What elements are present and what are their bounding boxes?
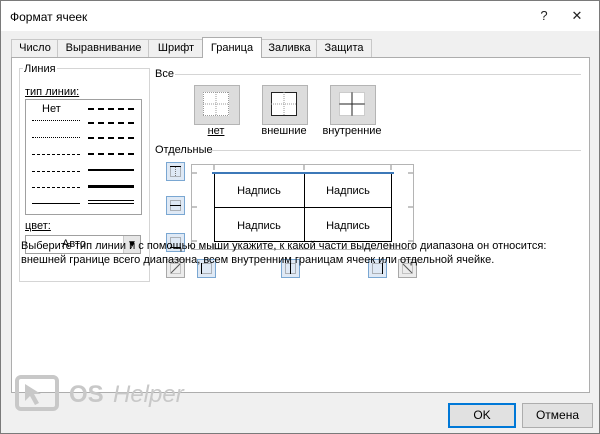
preview-cell-text: Надпись	[326, 220, 370, 232]
cancel-button[interactable]: Отмена	[522, 403, 593, 428]
individual-divider	[212, 150, 581, 151]
line-style-double[interactable]	[88, 200, 134, 204]
line-group-legend: Линия	[23, 63, 57, 75]
dialog-title: Формат ячеек	[10, 10, 88, 24]
border-tab-panel: Линия тип линии: Нет цвет: Авто ▼ Все не…	[11, 57, 590, 393]
border-none-icon	[203, 92, 229, 116]
presets-divider	[175, 74, 581, 75]
line-style-medium-dashed[interactable]	[88, 153, 134, 155]
line-style-medium[interactable]	[88, 169, 134, 171]
color-label: цвет:	[25, 220, 51, 232]
os-helper-watermark: OS Helper	[15, 375, 205, 417]
border-outline-icon	[271, 92, 297, 116]
line-style-none[interactable]: Нет	[42, 103, 61, 115]
preview-grid	[192, 165, 413, 249]
line-style-dash-dot[interactable]	[32, 171, 80, 172]
border-inside-horizontal-button[interactable]	[166, 196, 185, 215]
line-style-medium-dash-dot[interactable]	[88, 137, 134, 139]
preset-outline-button[interactable]	[262, 85, 308, 125]
line-style-medium-dash-dot-dot[interactable]	[88, 108, 134, 110]
preview-cell-text: Надпись	[237, 220, 281, 232]
line-style-thick[interactable]	[88, 185, 134, 188]
title-bar: Формат ячеек ? ✕	[1, 1, 599, 31]
watermark-text-os: OS	[69, 381, 104, 408]
tab-fill[interactable]: Заливка	[261, 39, 318, 57]
tab-border[interactable]: Граница	[202, 37, 262, 58]
border-inside-icon	[339, 92, 365, 116]
individual-header: Отдельные	[155, 144, 213, 156]
cursor-logo-icon	[15, 375, 59, 411]
border-top-button[interactable]	[166, 162, 185, 181]
preset-inside-button[interactable]	[330, 85, 376, 125]
border-inside-horizontal-icon	[170, 200, 181, 211]
preset-none-button[interactable]	[194, 85, 240, 125]
close-button[interactable]: ✕	[567, 7, 587, 25]
line-style-list[interactable]: Нет	[25, 99, 142, 215]
border-preview[interactable]: Надпись Надпись Надпись Надпись	[191, 164, 414, 250]
border-top-icon	[170, 166, 181, 177]
tab-number[interactable]: Число	[11, 39, 59, 57]
presets-header: Все	[155, 68, 174, 80]
help-button[interactable]: ?	[534, 7, 554, 25]
line-style-thin[interactable]	[32, 203, 80, 204]
line-style-hair[interactable]	[32, 120, 80, 121]
tab-protection[interactable]: Защита	[316, 39, 372, 57]
line-style-slant-dash-dot[interactable]	[88, 122, 134, 124]
line-style-dotted[interactable]	[32, 137, 80, 138]
line-type-label: тип линии:	[25, 86, 80, 98]
line-style-dashed[interactable]	[32, 187, 80, 188]
instructions-text: Выберите тип линии и с помощью мыши укаж…	[21, 240, 547, 266]
format-cells-dialog: Формат ячеек ? ✕ Число Выравнивание Шриф…	[0, 0, 600, 434]
line-style-dash-dot-dot[interactable]	[32, 154, 80, 155]
preview-cell-text: Надпись	[237, 185, 281, 197]
tab-font[interactable]: Шрифт	[148, 39, 204, 57]
watermark-text-helper: Helper	[113, 381, 184, 408]
preset-inside-label: внутренние	[322, 125, 382, 137]
tab-alignment[interactable]: Выравнивание	[57, 39, 150, 57]
preview-cell-text: Надпись	[326, 185, 370, 197]
ok-button[interactable]: OK	[448, 403, 516, 428]
